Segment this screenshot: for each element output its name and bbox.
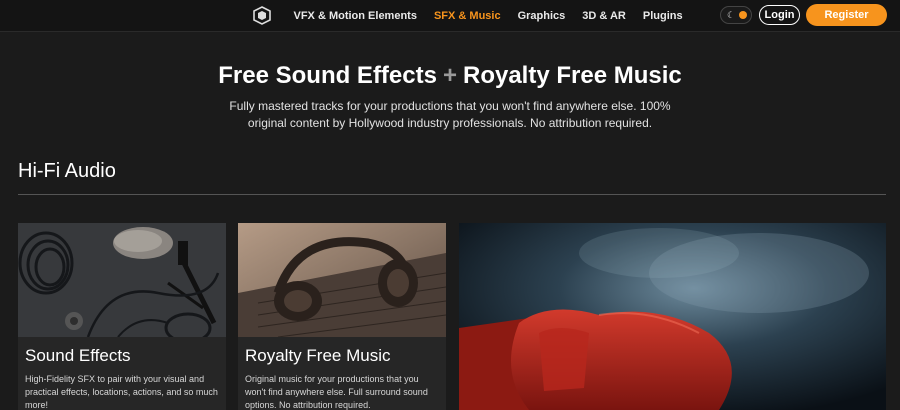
boxing-glove-illustration bbox=[459, 223, 886, 410]
royalty-free-music-card-description: Original music for your productions that… bbox=[245, 374, 428, 410]
brand-logo-icon[interactable] bbox=[253, 6, 271, 25]
royalty-free-music-card[interactable]: Royalty Free Music Original music for yo… bbox=[238, 223, 446, 410]
section-title: Hi-Fi Audio bbox=[18, 160, 116, 182]
top-navigation-bar: VFX & Motion Elements SFX & Music Graphi… bbox=[0, 0, 900, 32]
royalty-free-music-thumbnail bbox=[238, 223, 446, 337]
nav-item-sfx-music[interactable]: SFX & Music bbox=[425, 10, 509, 22]
sound-effects-card[interactable]: Sound Effects High-Fidelity SFX to pair … bbox=[18, 223, 226, 410]
moon-icon: ☾ bbox=[727, 10, 736, 20]
section-divider bbox=[18, 194, 886, 195]
sound-effects-card-description: High-Fidelity SFX to pair with your visu… bbox=[25, 374, 218, 410]
nav-item-graphics[interactable]: Graphics bbox=[509, 10, 574, 22]
nav-item-plugins[interactable]: Plugins bbox=[634, 10, 691, 22]
hero-title: Free Sound Effects + Royalty Free Music bbox=[0, 62, 900, 90]
login-button[interactable]: Login bbox=[759, 5, 800, 25]
sun-icon bbox=[739, 11, 747, 19]
hero-title-right: Royalty Free Music bbox=[462, 62, 682, 89]
main-nav: VFX & Motion Elements SFX & Music Graphi… bbox=[285, 0, 691, 31]
nav-item-3d-ar[interactable]: 3D & AR bbox=[574, 10, 635, 22]
register-button[interactable]: Register bbox=[806, 4, 887, 26]
sound-effects-thumbnail bbox=[18, 223, 226, 337]
nav-item-vfx-motion-elements[interactable]: VFX & Motion Elements bbox=[285, 10, 425, 22]
sound-effects-card-title: Sound Effects bbox=[25, 346, 131, 365]
royalty-free-music-card-title: Royalty Free Music bbox=[245, 346, 391, 365]
hero-subtitle: Fully mastered tracks for your productio… bbox=[229, 99, 671, 130]
theme-toggle[interactable]: ☾ bbox=[720, 6, 752, 24]
feature-image-boxing-glove[interactable] bbox=[459, 223, 886, 410]
plus-icon: + bbox=[442, 62, 457, 89]
hero-title-left: Free Sound Effects bbox=[218, 62, 437, 89]
